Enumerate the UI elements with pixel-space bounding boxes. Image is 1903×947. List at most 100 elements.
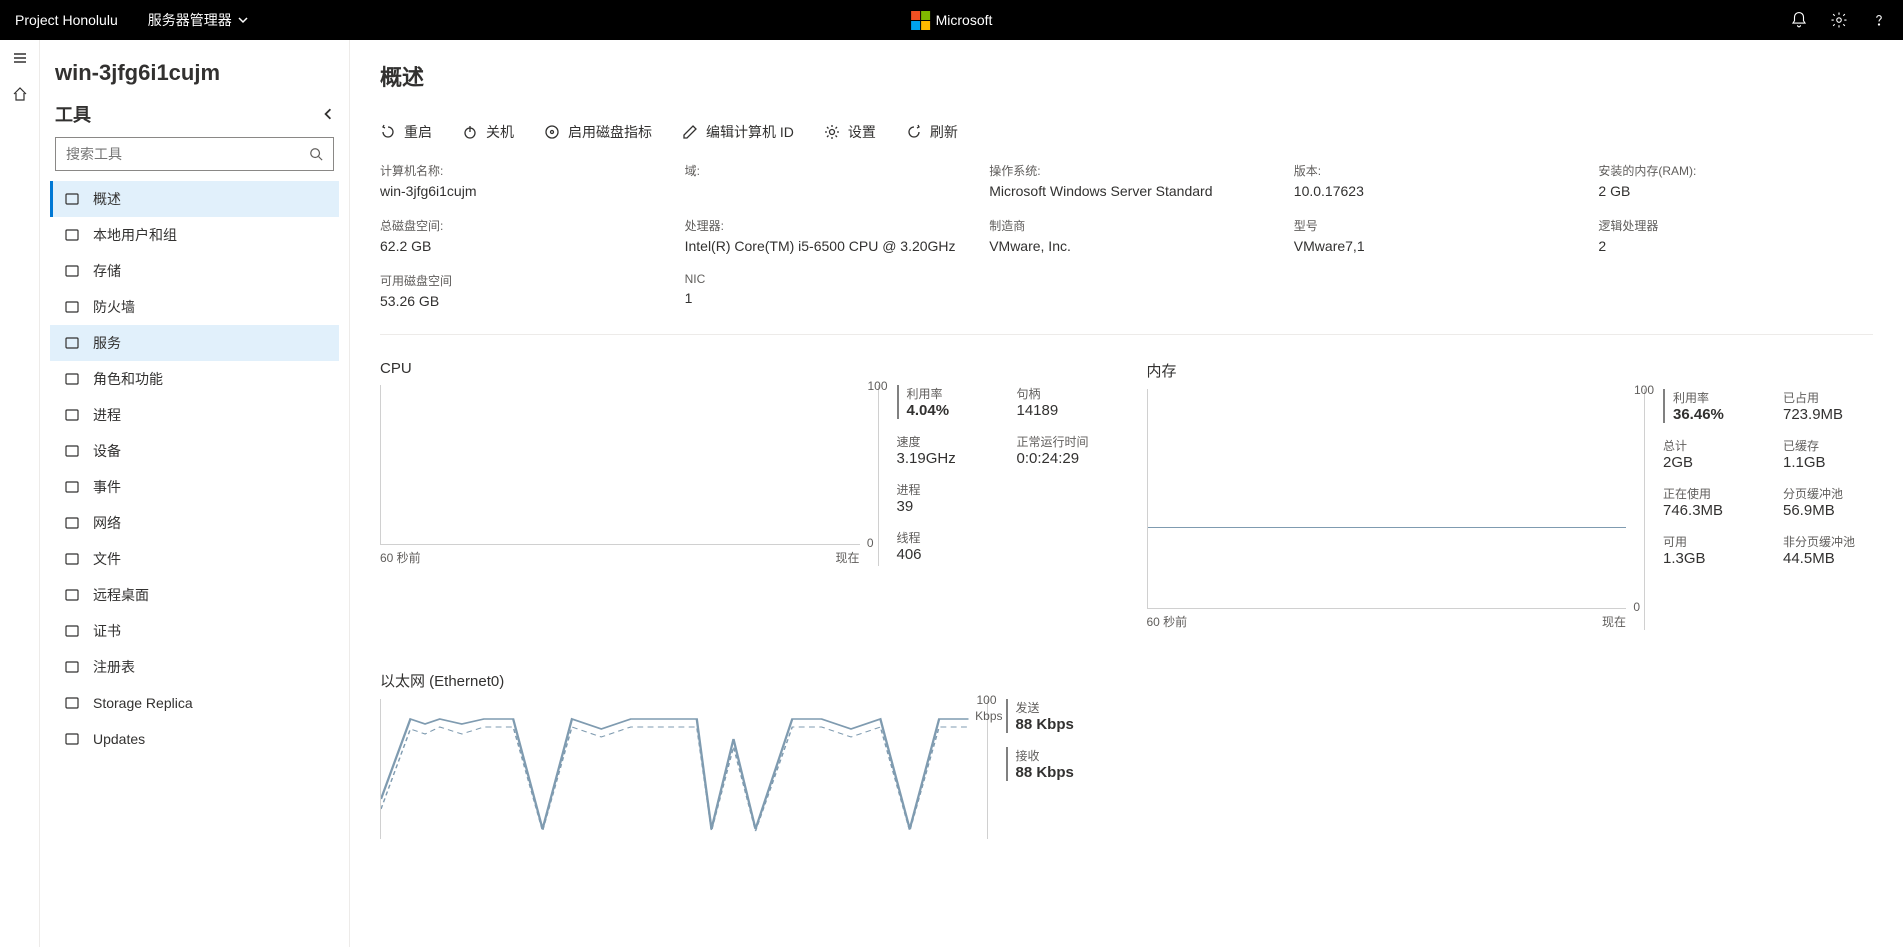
hostname-header: win-3jfg6i1cujm: [50, 60, 339, 101]
net-chart: 100 Kbps: [380, 699, 969, 839]
os-value: Microsoft Windows Server Standard: [989, 183, 1264, 199]
tool-item-13[interactable]: 注册表: [50, 649, 339, 685]
mfr-value: VMware, Inc.: [989, 238, 1264, 254]
left-rail: [0, 40, 40, 947]
tool-icon: [63, 227, 81, 243]
mem-title: 内存: [1147, 360, 1874, 381]
search-input[interactable]: [56, 146, 299, 162]
tool-icon: [63, 263, 81, 279]
net-send-label: 发送: [1016, 699, 1107, 716]
mem-cached-label: 已缓存: [1783, 437, 1873, 454]
tool-item-1[interactable]: 本地用户和组: [50, 217, 339, 253]
net-ymax: 100: [976, 693, 996, 707]
mem-inuse-value: 723.9MB: [1783, 406, 1873, 423]
restart-label: 重启: [404, 122, 432, 142]
search-box[interactable]: [55, 137, 334, 171]
tool-label: 角色和功能: [93, 369, 163, 389]
cpu-speed-value: 3.19GHz: [897, 450, 987, 467]
perf-section: CPU 100 0 60 秒前现在 利用率4.04% 句柄14189 速度3.1…: [380, 360, 1873, 839]
lcpu-label: 逻辑处理器: [1598, 217, 1873, 234]
processor-label: 处理器:: [685, 217, 960, 234]
tool-item-5[interactable]: 角色和功能: [50, 361, 339, 397]
tools-header: 工具: [55, 101, 91, 127]
cpu-util-label: 利用率: [907, 385, 987, 402]
notifications-icon[interactable]: [1790, 11, 1808, 29]
tool-label: 防火墙: [93, 297, 135, 317]
action-bar: 重启 关机 启用磁盘指标 编辑计算机 ID 设置 刷新: [380, 112, 1873, 162]
tool-icon: [63, 731, 81, 747]
mem-committed-value: 746.3MB: [1663, 502, 1753, 519]
mem-nonpaged-label: 非分页缓冲池: [1783, 533, 1873, 550]
refresh-button[interactable]: 刷新: [906, 122, 958, 142]
mem-avail-label: 可用: [1663, 533, 1753, 550]
tool-item-6[interactable]: 进程: [50, 397, 339, 433]
net-recv-label: 接收: [1016, 747, 1107, 764]
hamburger-icon[interactable]: [12, 50, 28, 66]
tool-item-15[interactable]: Updates: [50, 721, 339, 757]
computer-name-label: 计算机名称:: [380, 162, 655, 179]
tool-icon: [63, 407, 81, 423]
search-button[interactable]: [299, 147, 333, 161]
cpu-panel: CPU 100 0 60 秒前现在 利用率4.04% 句柄14189 速度3.1…: [380, 360, 1107, 630]
tool-item-10[interactable]: 文件: [50, 541, 339, 577]
solution-dropdown[interactable]: 服务器管理器: [148, 10, 248, 30]
tool-label: 证书: [93, 621, 121, 641]
mem-chart: 100 0: [1147, 389, 1627, 609]
sidebar: win-3jfg6i1cujm 工具 概述本地用户和组存储防火墙服务角色和功能进…: [40, 40, 350, 947]
cpu-speed-label: 速度: [897, 433, 987, 450]
edit-id-button[interactable]: 编辑计算机 ID: [682, 122, 794, 142]
net-recv-value: 88 Kbps: [1016, 764, 1107, 781]
version-value: 10.0.17623: [1294, 183, 1569, 199]
tool-label: 网络: [93, 513, 121, 533]
tool-label: 存储: [93, 261, 121, 281]
mem-util-value: 36.46%: [1673, 406, 1753, 423]
tool-icon: [63, 659, 81, 675]
tool-item-12[interactable]: 证书: [50, 613, 339, 649]
solution-label: 服务器管理器: [148, 10, 232, 30]
shutdown-button[interactable]: 关机: [462, 122, 514, 142]
version-label: 版本:: [1294, 162, 1569, 179]
mem-paged-label: 分页缓冲池: [1783, 485, 1873, 502]
ram-value: 2 GB: [1598, 183, 1873, 199]
tool-item-9[interactable]: 网络: [50, 505, 339, 541]
net-title: 以太网 (Ethernet0): [380, 670, 1107, 691]
mem-xlabel-right: 现在: [1602, 613, 1626, 630]
net-chart-svg: [381, 699, 969, 839]
tool-label: 本地用户和组: [93, 225, 177, 245]
page-title: 概述: [380, 60, 1873, 92]
help-icon[interactable]: [1870, 11, 1888, 29]
domain-label: 域:: [685, 162, 960, 179]
tool-icon: [63, 299, 81, 315]
mem-ymax: 100: [1634, 383, 1654, 397]
cpu-procs-value: 39: [897, 498, 987, 515]
settings-button[interactable]: 设置: [824, 122, 876, 142]
restart-button[interactable]: 重启: [380, 122, 432, 142]
settings-icon[interactable]: [1830, 11, 1848, 29]
tool-icon: [63, 515, 81, 531]
power-icon: [462, 124, 478, 140]
tool-list: 概述本地用户和组存储防火墙服务角色和功能进程设备事件网络文件远程桌面证书注册表S…: [50, 181, 339, 937]
tool-item-4[interactable]: 服务: [50, 325, 339, 361]
tool-label: 文件: [93, 549, 121, 569]
tool-icon: [63, 587, 81, 603]
tool-item-7[interactable]: 设备: [50, 433, 339, 469]
tool-item-3[interactable]: 防火墙: [50, 289, 339, 325]
tool-item-14[interactable]: Storage Replica: [50, 685, 339, 721]
collapse-icon[interactable]: [322, 108, 334, 120]
mem-line: [1148, 527, 1627, 528]
tool-item-2[interactable]: 存储: [50, 253, 339, 289]
mfr-label: 制造商: [989, 217, 1264, 234]
microsoft-label: Microsoft: [936, 12, 993, 28]
tool-item-8[interactable]: 事件: [50, 469, 339, 505]
cpu-procs-label: 进程: [897, 481, 987, 498]
computer-name-value: win-3jfg6i1cujm: [380, 183, 655, 199]
disk-metrics-button[interactable]: 启用磁盘指标: [544, 122, 652, 142]
edit-label: 编辑计算机 ID: [706, 122, 794, 142]
tool-item-0[interactable]: 概述: [50, 181, 339, 217]
disk-free-label: 可用磁盘空间: [380, 272, 655, 289]
disk-free-value: 53.26 GB: [380, 293, 655, 309]
tool-label: Updates: [93, 731, 145, 747]
cpu-threads-value: 406: [897, 546, 987, 563]
tool-item-11[interactable]: 远程桌面: [50, 577, 339, 613]
home-icon[interactable]: [12, 86, 28, 102]
